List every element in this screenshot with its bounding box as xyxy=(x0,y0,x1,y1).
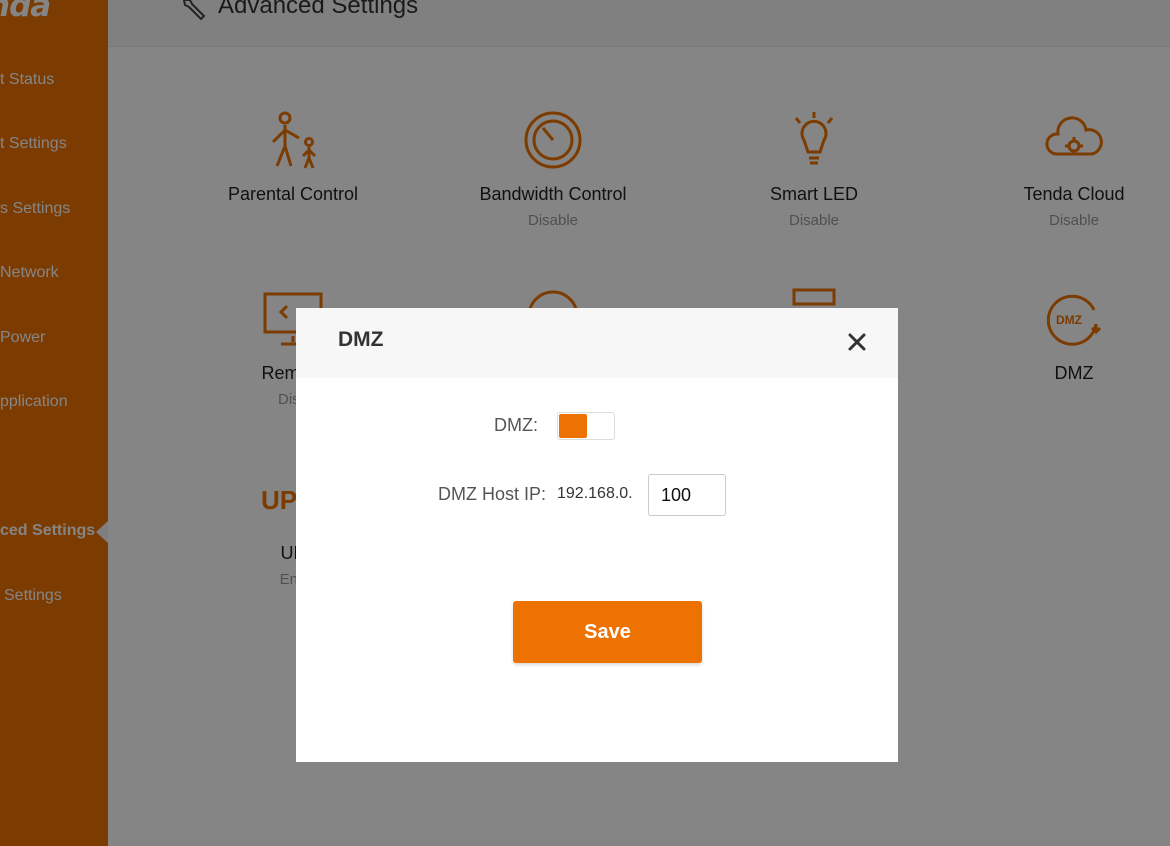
dialog-header: DMZ xyxy=(296,308,898,378)
dmz-toggle-label: DMZ: xyxy=(494,415,538,435)
ip-prefix: 192.168.0. xyxy=(557,485,633,502)
dmz-toggle[interactable] xyxy=(557,412,615,440)
dmz-dialog: DMZ DMZ: DMZ Host IP: 192.168.0. Save xyxy=(296,308,898,762)
host-ip-last-octet-input[interactable] xyxy=(648,474,726,516)
close-button[interactable] xyxy=(842,327,872,357)
save-button[interactable]: Save xyxy=(513,601,702,663)
toggle-knob xyxy=(559,414,587,438)
host-ip-label: DMZ Host IP: xyxy=(437,484,546,504)
close-icon xyxy=(848,333,866,351)
dialog-title: DMZ xyxy=(338,328,384,351)
